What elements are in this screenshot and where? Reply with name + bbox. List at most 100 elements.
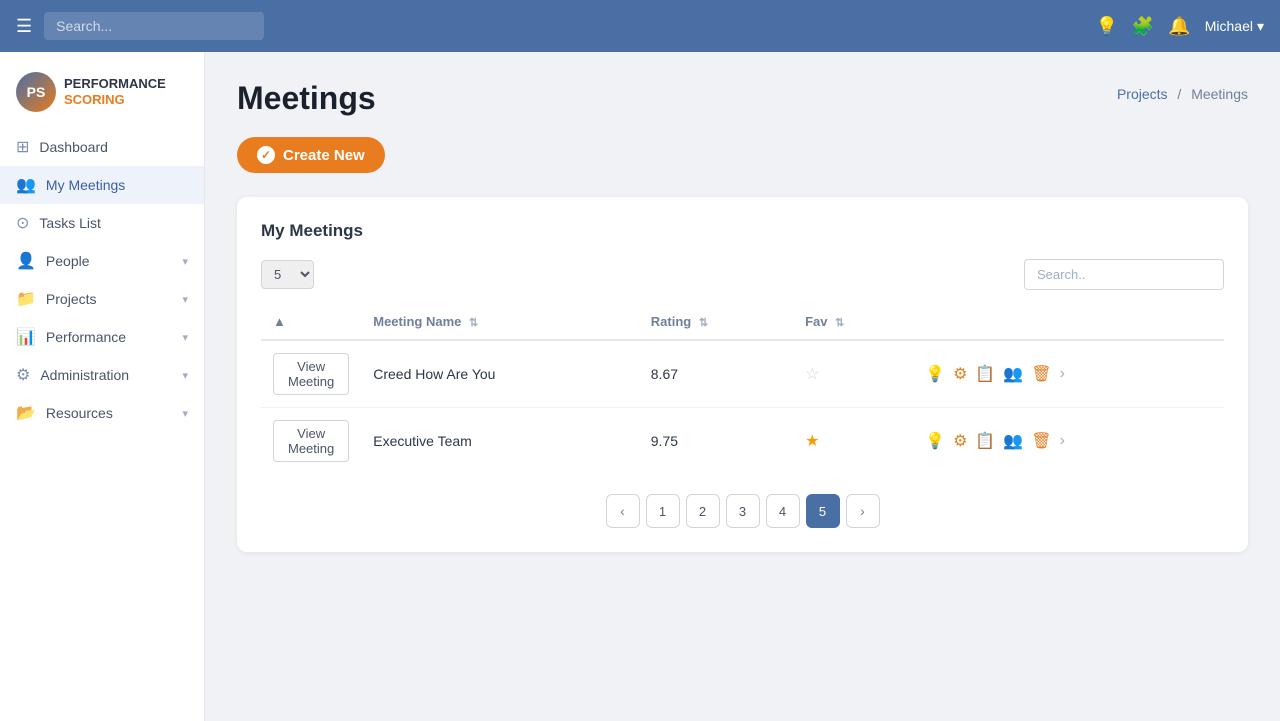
meetings-card: My Meetings 5 10 25 50 ▲ bbox=[237, 197, 1248, 552]
sidebar-item-resources[interactable]: 📂 Resources ▾ bbox=[0, 394, 204, 432]
projects-chevron-icon: ▾ bbox=[182, 293, 188, 306]
global-search-input[interactable] bbox=[44, 12, 264, 40]
action-icons-group: 💡 ⚙ 📋 👥 🗑 › bbox=[925, 364, 1212, 384]
row-actions: 💡 ⚙ 📋 👥 🗑 › bbox=[913, 408, 1224, 475]
sidebar-label-my-meetings: My Meetings bbox=[46, 177, 125, 193]
row-view-btn-cell: View Meeting bbox=[261, 408, 361, 475]
pagination-next[interactable]: › bbox=[846, 494, 880, 528]
resources-icon: 📂 bbox=[16, 403, 36, 423]
row-chevron-icon[interactable]: › bbox=[1060, 365, 1065, 383]
fav-star-icon[interactable]: ☆ bbox=[805, 366, 819, 383]
sidebar-item-performance[interactable]: 📊 Performance ▾ bbox=[0, 318, 204, 356]
sidebar-logo: PS PERFORMANCESCORING bbox=[0, 64, 204, 128]
copy-action-icon[interactable]: 📋 bbox=[975, 364, 995, 384]
page-title-section: Meetings bbox=[237, 80, 376, 117]
sort-up-icon: ▲ bbox=[273, 314, 286, 329]
row-actions: 💡 ⚙ 📋 👥 🗑 › bbox=[913, 340, 1224, 408]
row-rating: 9.75 bbox=[639, 408, 793, 475]
meetings-table: ▲ Meeting Name ⇅ Rating ⇅ Fav ⇅ bbox=[261, 304, 1224, 474]
pagination: ‹ 1 2 3 4 5 › bbox=[261, 494, 1224, 528]
performance-chevron-icon: ▾ bbox=[182, 331, 188, 344]
pagination-page-1[interactable]: 1 bbox=[646, 494, 680, 528]
sidebar-label-administration: Administration bbox=[40, 367, 129, 383]
fav-label: Fav bbox=[805, 314, 827, 329]
sidebar-item-people[interactable]: 👤 People ▾ bbox=[0, 242, 204, 280]
sidebar-item-dashboard[interactable]: ⊞ Dashboard bbox=[0, 128, 204, 166]
meetings-tbody: View Meeting Creed How Are You 8.67 ☆ 💡 … bbox=[261, 340, 1224, 474]
sidebar: PS PERFORMANCESCORING ⊞ Dashboard 👥 My M… bbox=[0, 52, 205, 721]
rating-label: Rating bbox=[651, 314, 691, 329]
row-meeting-name: Creed How Are You bbox=[361, 340, 639, 408]
th-actions bbox=[913, 304, 1224, 340]
users-action-icon[interactable]: 👥 bbox=[1003, 364, 1023, 384]
topnav-right-section: 💡 🧩 🔔 Michael ▾ bbox=[1095, 16, 1264, 37]
fav-sort-icon: ⇅ bbox=[835, 317, 844, 329]
breadcrumb-current: Meetings bbox=[1191, 86, 1248, 102]
user-menu[interactable]: Michael ▾ bbox=[1205, 18, 1264, 35]
row-view-btn-cell: View Meeting bbox=[261, 340, 361, 408]
users-action-icon[interactable]: 👥 bbox=[1003, 431, 1023, 451]
gear-action-icon[interactable]: ⚙ bbox=[953, 431, 967, 451]
action-icons-group: 💡 ⚙ 📋 👥 🗑 › bbox=[925, 431, 1212, 451]
sidebar-item-projects[interactable]: 📁 Projects ▾ bbox=[0, 280, 204, 318]
row-fav: ☆ bbox=[793, 340, 913, 408]
sidebar-item-administration[interactable]: ⚙ Administration ▾ bbox=[0, 356, 204, 394]
sidebar-item-my-meetings[interactable]: 👥 My Meetings bbox=[0, 166, 204, 204]
breadcrumb-parent[interactable]: Projects bbox=[1117, 86, 1168, 102]
hamburger-menu[interactable]: ☰ bbox=[16, 16, 32, 37]
sidebar-item-tasks-list[interactable]: ⊙ Tasks List bbox=[0, 204, 204, 242]
meeting-name-label: Meeting Name bbox=[373, 314, 461, 329]
view-meeting-button[interactable]: View Meeting bbox=[273, 353, 349, 395]
trash-action-icon[interactable]: 🗑 bbox=[1031, 364, 1051, 384]
bulb-icon[interactable]: 💡 bbox=[1095, 16, 1117, 37]
fav-star-icon[interactable]: ★ bbox=[805, 433, 819, 450]
people-chevron-icon: ▾ bbox=[182, 255, 188, 268]
meeting-name-sort-icon: ⇅ bbox=[469, 317, 478, 329]
view-meeting-button[interactable]: View Meeting bbox=[273, 420, 349, 462]
create-new-button[interactable]: ✓ Create New bbox=[237, 137, 385, 173]
administration-chevron-icon: ▾ bbox=[182, 369, 188, 382]
people-icon: 👤 bbox=[16, 251, 36, 271]
main-layout: PS PERFORMANCESCORING ⊞ Dashboard 👥 My M… bbox=[0, 52, 1280, 721]
th-sort-up[interactable]: ▲ bbox=[261, 304, 361, 340]
user-name: Michael bbox=[1205, 18, 1253, 34]
tasks-icon: ⊙ bbox=[16, 213, 29, 233]
pagination-page-5[interactable]: 5 bbox=[806, 494, 840, 528]
my-meetings-icon: 👥 bbox=[16, 175, 36, 195]
dashboard-icon: ⊞ bbox=[16, 137, 29, 157]
per-page-select[interactable]: 5 10 25 50 bbox=[261, 260, 314, 289]
copy-action-icon[interactable]: 📋 bbox=[975, 431, 995, 451]
table-controls: 5 10 25 50 bbox=[261, 259, 1224, 290]
pagination-prev[interactable]: ‹ bbox=[606, 494, 640, 528]
resources-chevron-icon: ▾ bbox=[182, 407, 188, 420]
trash-action-icon[interactable]: 🗑 bbox=[1031, 431, 1051, 451]
table-header: ▲ Meeting Name ⇅ Rating ⇅ Fav ⇅ bbox=[261, 304, 1224, 340]
row-rating: 8.67 bbox=[639, 340, 793, 408]
performance-icon: 📊 bbox=[16, 327, 36, 347]
row-fav: ★ bbox=[793, 408, 913, 475]
create-new-icon: ✓ bbox=[257, 146, 275, 164]
logo-text: PERFORMANCESCORING bbox=[64, 76, 166, 107]
th-meeting-name[interactable]: Meeting Name ⇅ bbox=[361, 304, 639, 340]
bell-icon[interactable]: 🔔 bbox=[1168, 16, 1190, 37]
pagination-page-4[interactable]: 4 bbox=[766, 494, 800, 528]
th-fav[interactable]: Fav ⇅ bbox=[793, 304, 913, 340]
logo-icon: PS bbox=[16, 72, 56, 112]
sidebar-label-projects: Projects bbox=[46, 291, 97, 307]
gear-action-icon[interactable]: ⚙ bbox=[953, 364, 967, 384]
administration-icon: ⚙ bbox=[16, 365, 30, 385]
pagination-page-2[interactable]: 2 bbox=[686, 494, 720, 528]
puzzle-icon[interactable]: 🧩 bbox=[1132, 16, 1154, 37]
row-chevron-icon[interactable]: › bbox=[1060, 432, 1065, 450]
create-new-label: Create New bbox=[283, 147, 365, 164]
bulb-action-icon[interactable]: 💡 bbox=[925, 431, 945, 451]
user-chevron-icon: ▾ bbox=[1257, 18, 1264, 35]
pagination-page-3[interactable]: 3 bbox=[726, 494, 760, 528]
main-content: Meetings Projects / Meetings ✓ Create Ne… bbox=[205, 52, 1280, 721]
table-search-input[interactable] bbox=[1024, 259, 1224, 290]
sidebar-label-people: People bbox=[46, 253, 90, 269]
projects-icon: 📁 bbox=[16, 289, 36, 309]
bulb-action-icon[interactable]: 💡 bbox=[925, 364, 945, 384]
page-header: Meetings Projects / Meetings bbox=[237, 80, 1248, 117]
th-rating[interactable]: Rating ⇅ bbox=[639, 304, 793, 340]
